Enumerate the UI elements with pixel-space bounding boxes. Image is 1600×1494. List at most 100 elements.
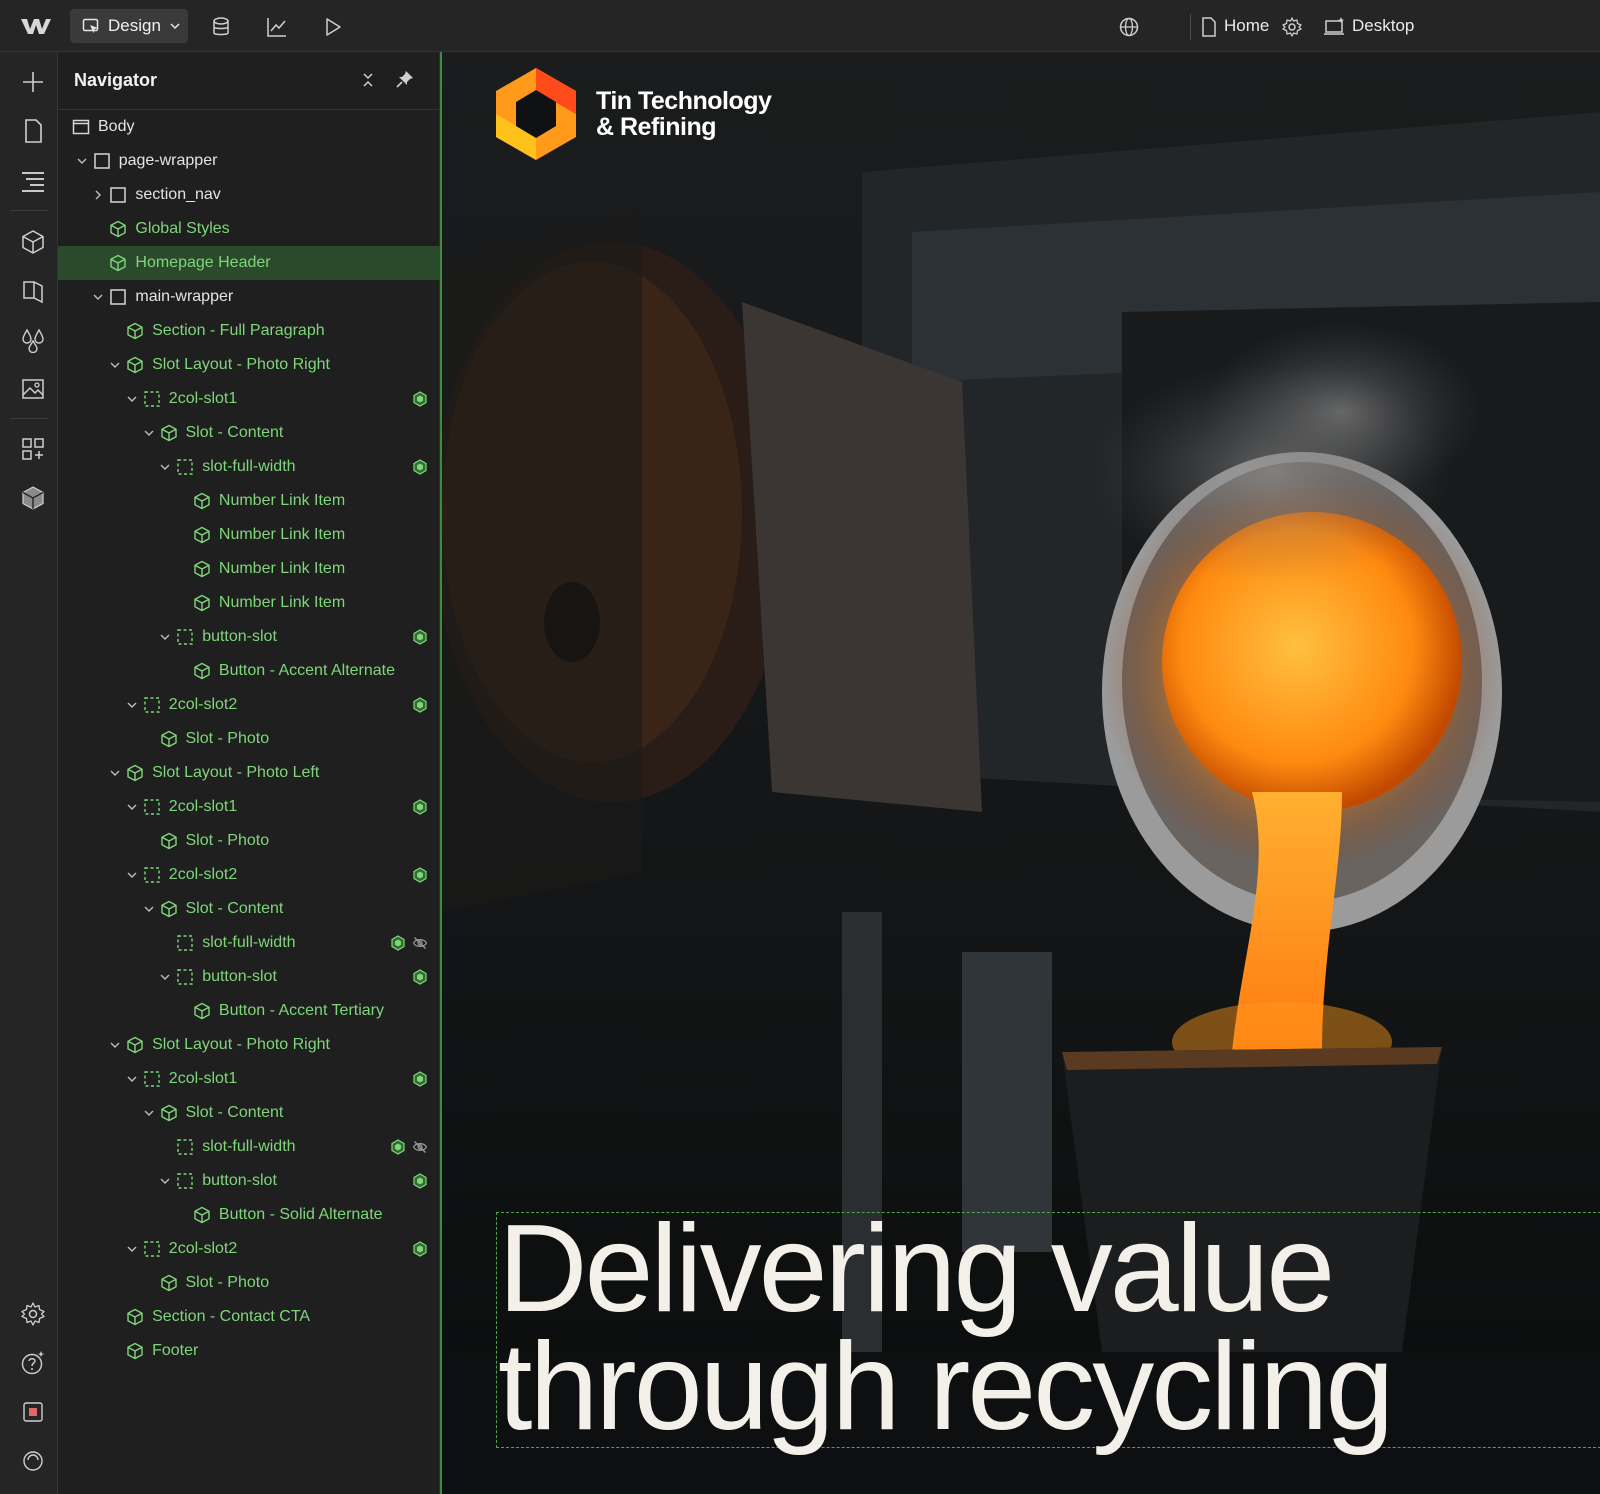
navigator-item[interactable]: button-slot bbox=[58, 960, 440, 994]
add-icon[interactable] bbox=[20, 69, 46, 95]
navigator-item-label: Number Link Item bbox=[218, 526, 346, 543]
navigator-item[interactable]: 2col-slot1 bbox=[58, 1062, 440, 1096]
navigator-item[interactable]: Slot - Content bbox=[58, 892, 440, 926]
chevron-right-icon[interactable] bbox=[91, 188, 105, 202]
navigator-item[interactable]: slot-full-width bbox=[58, 926, 440, 960]
component-icon bbox=[127, 764, 143, 782]
slot-icon bbox=[177, 459, 193, 475]
current-page-label[interactable]: Home bbox=[1224, 16, 1269, 36]
eye-hidden-icon[interactable] bbox=[412, 935, 428, 951]
chevron-down-icon[interactable] bbox=[142, 1106, 156, 1120]
navigator-item[interactable]: Slot - Photo bbox=[58, 824, 440, 858]
navigator-item-label: Slot Layout - Photo Right bbox=[152, 1036, 330, 1053]
chevron-down-icon[interactable] bbox=[142, 902, 156, 916]
design-canvas[interactable]: Tin Technology & Refining Delivering val… bbox=[440, 52, 1600, 1494]
brand-line-1: Tin Technology bbox=[596, 87, 772, 115]
assets-icon[interactable] bbox=[20, 376, 46, 402]
navigator-item-label: Slot Layout - Photo Right bbox=[152, 356, 330, 373]
chevron-down-icon[interactable] bbox=[125, 868, 139, 882]
navigator-item[interactable]: Button - Accent Tertiary bbox=[58, 994, 440, 1028]
navigator-item[interactable]: button-slot bbox=[58, 620, 440, 654]
collapse-all-icon[interactable] bbox=[360, 72, 376, 88]
desktop-icon[interactable] bbox=[1324, 16, 1346, 38]
chevron-down-icon[interactable] bbox=[125, 392, 139, 406]
navigator-item[interactable]: Button - Solid Alternate bbox=[58, 1198, 440, 1232]
pin-icon[interactable] bbox=[396, 70, 414, 88]
help-icon[interactable] bbox=[20, 1350, 46, 1376]
chevron-down-icon[interactable] bbox=[108, 766, 122, 780]
navigator-item[interactable]: Number Link Item bbox=[58, 518, 440, 552]
gear-icon[interactable] bbox=[1281, 16, 1303, 38]
chevron-down-icon[interactable] bbox=[75, 154, 89, 168]
chevron-down-icon[interactable] bbox=[125, 698, 139, 712]
navigator-item[interactable]: Homepage Header bbox=[58, 246, 440, 280]
navigator-item-label: Footer bbox=[152, 1342, 199, 1359]
chevron-down-icon[interactable] bbox=[108, 358, 122, 372]
hero-headline[interactable]: Delivering value through recycling bbox=[498, 1207, 1598, 1449]
navigator-item[interactable]: Footer bbox=[58, 1334, 440, 1368]
record-stop-icon[interactable] bbox=[20, 1399, 46, 1425]
navigator-item[interactable]: Body bbox=[58, 110, 440, 144]
pages-icon[interactable] bbox=[20, 118, 46, 144]
chevron-down-icon[interactable] bbox=[125, 1242, 139, 1256]
navigator-item[interactable]: Number Link Item bbox=[58, 552, 440, 586]
navigator-icon[interactable] bbox=[20, 167, 46, 193]
slot-icon bbox=[144, 1071, 160, 1087]
settings-icon[interactable] bbox=[20, 1301, 46, 1327]
chevron-down-icon[interactable] bbox=[142, 426, 156, 440]
brand-logo[interactable]: Tin Technology & Refining bbox=[494, 66, 772, 162]
navigator-item[interactable]: Slot Layout - Photo Right bbox=[58, 1028, 440, 1062]
analytics-icon[interactable] bbox=[266, 16, 288, 38]
chevron-down-icon[interactable] bbox=[91, 290, 105, 304]
navigator-item[interactable]: Button - Accent Alternate bbox=[58, 654, 440, 688]
chevron-down-icon[interactable] bbox=[108, 1038, 122, 1052]
navigator-item[interactable]: Slot - Photo bbox=[58, 722, 440, 756]
eye-hidden-icon[interactable] bbox=[412, 1139, 428, 1155]
database-icon[interactable] bbox=[210, 16, 232, 38]
component-icon bbox=[127, 1036, 143, 1054]
navigator-item[interactable]: Section - Full Paragraph bbox=[58, 314, 440, 348]
chevron-down-icon[interactable] bbox=[158, 970, 172, 984]
chevron-down-icon[interactable] bbox=[125, 800, 139, 814]
navigator-item[interactable]: Slot Layout - Photo Left bbox=[58, 756, 440, 790]
navigator-item[interactable]: section_nav bbox=[58, 178, 440, 212]
navigator-item[interactable]: page-wrapper bbox=[58, 144, 440, 178]
navigator-item[interactable]: 2col-slot2 bbox=[58, 1232, 440, 1266]
chevron-down-icon[interactable] bbox=[158, 630, 172, 644]
libraries-icon[interactable] bbox=[20, 485, 46, 511]
variables-icon[interactable] bbox=[20, 327, 46, 353]
style-selectors-icon[interactable] bbox=[20, 278, 46, 304]
account-icon[interactable] bbox=[20, 1448, 46, 1474]
navigator-item[interactable]: Slot - Photo bbox=[58, 1266, 440, 1300]
globe-icon[interactable] bbox=[1118, 16, 1140, 38]
navigator-item-indicators bbox=[412, 969, 428, 985]
navigator-item-label: Slot - Content bbox=[185, 424, 284, 441]
brand-line-2: & Refining bbox=[596, 113, 717, 141]
breakpoint-label[interactable]: Desktop bbox=[1352, 16, 1414, 36]
navigator-item[interactable]: 2col-slot1 bbox=[58, 382, 440, 416]
play-icon[interactable] bbox=[322, 16, 344, 38]
apps-icon[interactable] bbox=[20, 436, 46, 462]
components-icon[interactable] bbox=[20, 229, 46, 255]
chevron-down-icon[interactable] bbox=[158, 1174, 172, 1188]
navigator-item-label: 2col-slot2 bbox=[168, 1240, 238, 1257]
navigator-item[interactable]: Number Link Item bbox=[58, 484, 440, 518]
chevron-down-icon[interactable] bbox=[158, 460, 172, 474]
navigator-item[interactable]: 2col-slot2 bbox=[58, 688, 440, 722]
component-icon bbox=[110, 254, 127, 272]
navigator-item[interactable]: Slot - Content bbox=[58, 416, 440, 450]
chevron-down-icon[interactable] bbox=[125, 1072, 139, 1086]
navigator-item[interactable]: button-slot bbox=[58, 1164, 440, 1198]
navigator-item[interactable]: 2col-slot2 bbox=[58, 858, 440, 892]
navigator-item[interactable]: Number Link Item bbox=[58, 586, 440, 620]
navigator-item[interactable]: Slot Layout - Photo Right bbox=[58, 348, 440, 382]
design-mode-button[interactable]: Design bbox=[70, 9, 188, 43]
navigator-item[interactable]: main-wrapper bbox=[58, 280, 440, 314]
navigator-item[interactable]: slot-full-width bbox=[58, 450, 440, 484]
webflow-logo-icon[interactable] bbox=[20, 16, 52, 36]
navigator-item[interactable]: 2col-slot1 bbox=[58, 790, 440, 824]
navigator-item[interactable]: Global Styles bbox=[58, 212, 440, 246]
navigator-item[interactable]: slot-full-width bbox=[58, 1130, 440, 1164]
navigator-item[interactable]: Slot - Content bbox=[58, 1096, 440, 1130]
navigator-item[interactable]: Section - Contact CTA bbox=[58, 1300, 440, 1334]
